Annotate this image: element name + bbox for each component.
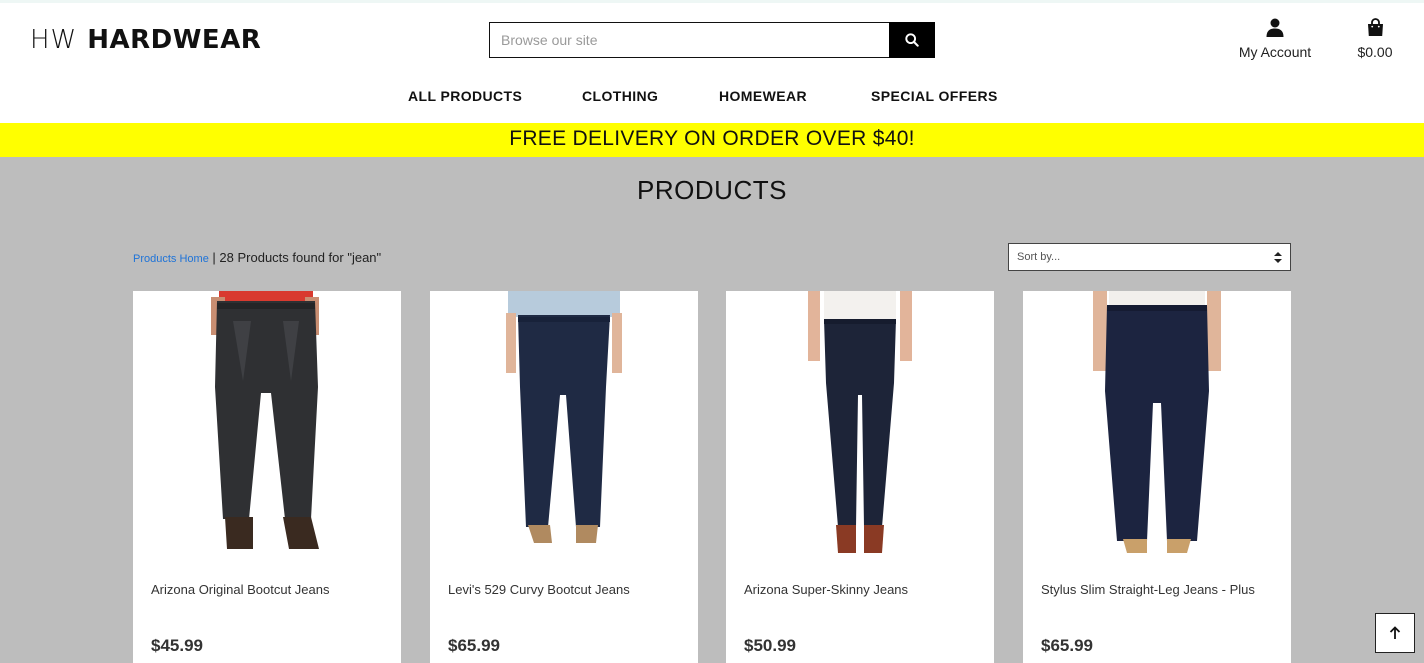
- my-account-link[interactable]: My Account: [1230, 18, 1320, 60]
- logo-name: HARDWEAR: [87, 25, 262, 55]
- product-name[interactable]: Arizona Original Bootcut Jeans: [151, 582, 329, 597]
- search-icon: [905, 33, 919, 47]
- products-home-link[interactable]: Products Home: [133, 253, 209, 265]
- delivery-banner: FREE DELIVERY ON ORDER OVER $40!: [0, 123, 1424, 157]
- shopping-bag-icon: [1367, 18, 1383, 36]
- product-card[interactable]: Levi's 529 Curvy Bootcut Jeans $65.99: [430, 291, 698, 663]
- nav-special-offers[interactable]: SPECIAL OFFERS: [871, 88, 998, 104]
- search-form: [489, 22, 935, 58]
- sort-select[interactable]: Sort by...: [1008, 243, 1291, 271]
- product-image[interactable]: [726, 291, 994, 561]
- product-price: $65.99: [1041, 636, 1093, 655]
- breadcrumb-separator: |: [208, 250, 220, 265]
- sort-select-value: Sort by...: [1017, 251, 1061, 263]
- site-logo[interactable]: HW HARDWEAR: [30, 25, 261, 55]
- search-button[interactable]: [889, 22, 935, 58]
- cart-total: $0.00: [1357, 44, 1393, 60]
- main-navigation: ALL PRODUCTS CLOTHING HOMEWEAR SPECIAL O…: [0, 88, 1424, 110]
- my-account-label: My Account: [1238, 44, 1312, 60]
- back-to-top-button[interactable]: [1375, 613, 1415, 653]
- site-header: HW HARDWEAR My Account $0.00 ALL PRODUCT…: [0, 0, 1424, 123]
- sort-arrows-icon: [1274, 251, 1282, 263]
- product-card[interactable]: Arizona Super-Skinny Jeans $50.99: [726, 291, 994, 663]
- product-price: $45.99: [151, 636, 203, 655]
- search-input[interactable]: [489, 22, 889, 58]
- product-image[interactable]: [1023, 291, 1291, 561]
- shopping-bag-link[interactable]: $0.00: [1350, 18, 1400, 60]
- product-name[interactable]: Stylus Slim Straight-Leg Jeans - Plus: [1041, 582, 1255, 597]
- product-price: $65.99: [448, 636, 500, 655]
- user-icon: [1266, 18, 1284, 37]
- product-name[interactable]: Levi's 529 Curvy Bootcut Jeans: [448, 582, 630, 597]
- product-card[interactable]: Arizona Original Bootcut Jeans $45.99: [133, 291, 401, 663]
- product-image[interactable]: [430, 291, 698, 561]
- nav-clothing[interactable]: CLOTHING: [582, 88, 658, 104]
- arrow-up-icon: [1389, 626, 1401, 639]
- logo-prefix: HW: [30, 25, 78, 55]
- product-card[interactable]: Stylus Slim Straight-Leg Jeans - Plus $6…: [1023, 291, 1291, 663]
- product-name[interactable]: Arizona Super-Skinny Jeans: [744, 582, 908, 597]
- nav-homewear[interactable]: HOMEWEAR: [719, 88, 807, 104]
- product-image[interactable]: [133, 291, 401, 561]
- product-grid: Arizona Original Bootcut Jeans $45.99 Le…: [133, 291, 1291, 663]
- breadcrumb: Products Home | 28 Products found for "j…: [133, 250, 381, 265]
- results-count: 28 Products found for "jean": [219, 250, 382, 265]
- nav-all-products[interactable]: ALL PRODUCTS: [408, 88, 522, 104]
- product-price: $50.99: [744, 636, 796, 655]
- page-title: PRODUCTS: [637, 175, 787, 205]
